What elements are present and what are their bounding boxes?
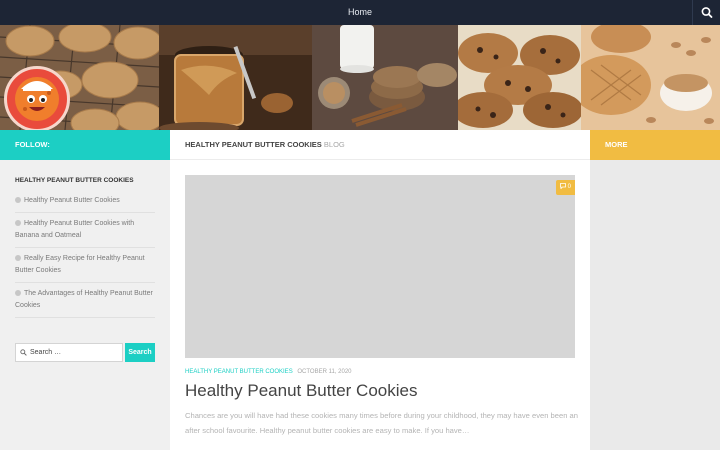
comment-icon xyxy=(560,183,566,190)
header-photo-milk-and-cookies xyxy=(312,25,458,130)
header-photo-chocolate-chip-cookies xyxy=(458,25,581,130)
sidebar-post-label: The Advantages of Healthy Peanut Butter … xyxy=(15,290,153,309)
bullet-icon xyxy=(15,290,21,296)
sidebar-post-link[interactable]: Really Easy Recipe for Healthy Peanut Bu… xyxy=(15,253,155,283)
more-title: MORE xyxy=(605,140,628,149)
sidebar-search-button[interactable]: Search xyxy=(125,343,155,362)
comment-count: 0 xyxy=(567,184,571,190)
sidebar-post-link[interactable]: The Advantages of Healthy Peanut Butter … xyxy=(15,288,155,318)
search-icon xyxy=(20,349,27,356)
header-photo-peanut-butter-jar xyxy=(159,25,312,130)
post-category-link[interactable]: HEALTHY PEANUT BUTTER COOKIES xyxy=(185,369,293,375)
sidebar-widget-heading: HEALTHY PEANUT BUTTER COOKIES xyxy=(15,177,134,184)
post-excerpt: Chances are you will have had these cook… xyxy=(185,411,578,435)
search-icon xyxy=(701,7,713,18)
nav-search-button[interactable] xyxy=(692,0,720,25)
follow-title: FOLLOW: xyxy=(15,140,50,149)
search-placeholder: Search … xyxy=(30,349,62,356)
site-logo[interactable] xyxy=(4,66,70,132)
post-title[interactable]: Healthy Peanut Butter Cookies xyxy=(185,381,417,401)
nav-home-link[interactable]: Home xyxy=(340,0,380,25)
bullet-icon xyxy=(15,197,21,203)
sidebar-post-label: Healthy Peanut Butter Cookies xyxy=(24,197,120,204)
bullet-icon xyxy=(15,220,21,226)
content-title-bar: HEALTHY PEANUT BUTTER COOKIES BLOG xyxy=(170,130,590,160)
post-thumbnail-placeholder[interactable] xyxy=(185,175,575,358)
follow-bar: FOLLOW: xyxy=(0,130,170,160)
comment-count-badge[interactable]: 0 xyxy=(556,180,575,195)
sidebar-post-label: Healthy Peanut Butter Cookies with Banan… xyxy=(15,220,135,239)
post-meta: HEALTHY PEANUT BUTTER COOKIES OCTOBER 11… xyxy=(185,369,352,375)
cookie-mascot-icon xyxy=(15,77,59,121)
bullet-icon xyxy=(15,255,21,261)
top-navigation-bar: Home xyxy=(0,0,720,25)
sidebar-post-label: Really Easy Recipe for Healthy Peanut Bu… xyxy=(15,255,145,274)
right-sidebar xyxy=(590,160,720,450)
header-photo-peanut-cookies-bowl xyxy=(581,25,720,130)
sidebar-search-input[interactable]: Search … xyxy=(15,343,123,362)
content-section-suffix: BLOG xyxy=(323,140,345,149)
header-image-strip xyxy=(0,25,720,130)
sidebar-post-link[interactable]: Healthy Peanut Butter Cookies xyxy=(15,195,155,213)
post-date: OCTOBER 11, 2020 xyxy=(297,369,352,375)
content-section-title: HEALTHY PEANUT BUTTER COOKIES xyxy=(185,140,322,149)
sidebar-post-link[interactable]: Healthy Peanut Butter Cookies with Banan… xyxy=(15,218,155,248)
more-bar: MORE xyxy=(590,130,720,160)
